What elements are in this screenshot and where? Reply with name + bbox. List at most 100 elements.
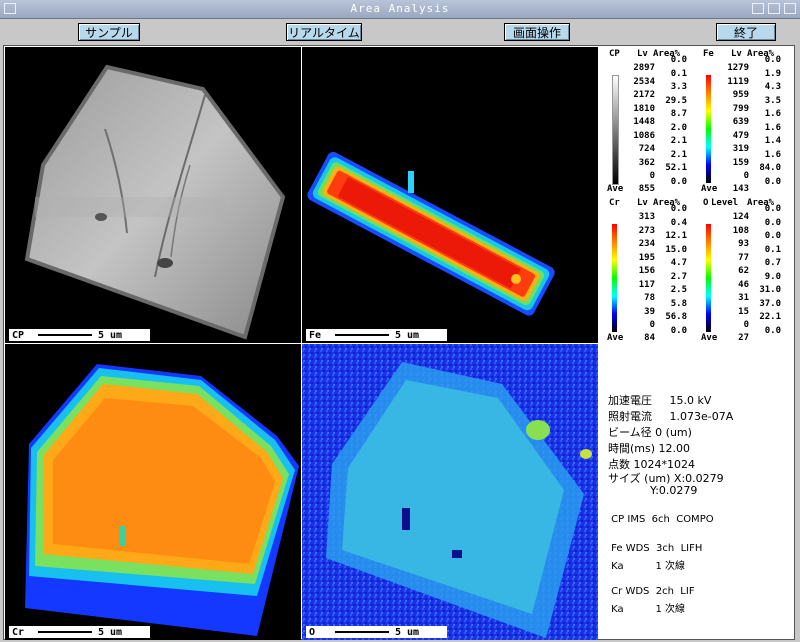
fe-legend-element: Fe (703, 49, 714, 59)
cr-map-image (25, 364, 299, 636)
fe-area-value: 1.9 (764, 68, 781, 79)
fe-legend: Fe Lv Area% 1279 1119 959 799 639 479 319 159 0 … (701, 49, 791, 199)
o-level-value: 108 (732, 225, 749, 236)
cp-area-value: 0.0 (670, 55, 687, 65)
maximize-icon[interactable] (768, 3, 780, 14)
cp-legend-element: CP (609, 49, 620, 59)
cr-level-value: 273 (638, 225, 655, 236)
screen-operation-button[interactable]: 画面操作 (504, 23, 570, 41)
cr-area-value: 12.1 (665, 231, 687, 241)
title-bar: Area Analysis (0, 0, 800, 19)
cr-area-value: 2.5 (670, 285, 687, 295)
detector-fe-line: Ka 1 次線 (608, 561, 686, 572)
info-current: 照射電流 1.073e-07A (608, 410, 734, 423)
o-area-value: 0.0 (764, 325, 781, 336)
o-level-value: 31 (738, 293, 749, 303)
minimize-icon[interactable] (752, 3, 764, 14)
fe-area-value: 3.5 (764, 95, 781, 106)
cr-area-value: 2.7 (670, 271, 687, 282)
fe-color-scale (706, 75, 711, 183)
o-area-value: 31.0 (759, 285, 781, 295)
o-area-value: 0.0 (764, 231, 781, 241)
detector-cr: Cr WDS 2ch LIF (608, 586, 695, 597)
fe-level-value: 479 (732, 130, 749, 141)
cr-area-value: 0.0 (670, 204, 687, 214)
cp-area-value: 52.1 (665, 163, 687, 173)
fe-level-value: 799 (732, 103, 749, 114)
o-level-value: 93 (738, 239, 749, 249)
cp-area-value: 0.0 (670, 176, 687, 187)
o-level-value: 46 (738, 279, 749, 290)
cp-panel-label: CP (12, 329, 25, 341)
o-scale-line (335, 631, 389, 633)
fe-area-value: 1.6 (764, 109, 781, 119)
realtime-button[interactable]: リアルタイム (286, 23, 362, 41)
fe-level-value: 639 (732, 117, 749, 127)
cr-level-value: 39 (644, 306, 655, 317)
cp-level-value: 1448 (633, 117, 655, 127)
o-ave-label: Ave (701, 333, 718, 343)
cr-color-scale (612, 224, 617, 332)
cp-map-panel[interactable]: CP 5 um (5, 47, 301, 343)
cr-level-value: 313 (638, 212, 655, 222)
fe-scale-bar: Fe 5 um (306, 329, 447, 341)
fe-level-value: 1279 (727, 63, 749, 73)
fe-level-value: 959 (732, 90, 749, 100)
cp-legend-lv-header: Lv (637, 49, 648, 59)
cr-panel-label: Cr (12, 626, 25, 638)
o-area-value: 22.1 (759, 312, 781, 322)
cp-level-value: 0 (649, 171, 655, 181)
cp-scale-line (38, 334, 92, 336)
cp-ave-label: Ave (607, 184, 624, 194)
detector-cp: CP IMS 6ch COMPO (608, 514, 714, 525)
toolbar: サンプル リアルタイム 画面操作 終了 (0, 19, 800, 45)
cr-map-panel[interactable]: Cr 5 um (5, 344, 301, 640)
o-area-value: 0.0 (764, 204, 781, 214)
cr-level-value: 195 (638, 252, 655, 263)
o-panel-label: O (309, 626, 316, 638)
o-legend-element: O (703, 198, 709, 208)
window-title: Area Analysis (350, 2, 450, 15)
o-area-value: 0.0 (764, 217, 781, 228)
fe-legend-lv-header: Lv (731, 49, 742, 59)
fe-area-value: 84.0 (759, 163, 781, 173)
sample-button[interactable]: サンプル (78, 23, 140, 41)
cp-ave-value: 855 (638, 184, 655, 194)
fe-area-value: 0.0 (764, 176, 781, 187)
o-legend-lv-header: Level (711, 198, 739, 208)
fe-level-value: 0 (743, 171, 749, 181)
cr-area-value: 4.7 (670, 258, 687, 268)
cr-level-value: 78 (644, 293, 655, 303)
cp-color-scale (612, 75, 619, 185)
o-scale-text: 5 um (395, 626, 420, 638)
cr-level-value: 0 (649, 320, 655, 330)
cp-level-value: 1810 (633, 103, 655, 114)
cr-area-value: 56.8 (665, 312, 687, 322)
cp-scale-text: 5 um (98, 329, 123, 341)
fe-level-value: 319 (732, 144, 749, 154)
fe-map-panel[interactable]: Fe 5 um (302, 47, 598, 343)
o-level-value: 77 (738, 252, 749, 263)
cp-level-value: 724 (638, 144, 655, 154)
o-map-panel[interactable]: O 5 um (302, 344, 598, 640)
cp-level-value: 1086 (633, 130, 655, 141)
fe-map-image (307, 151, 555, 316)
fe-scale-line (335, 334, 389, 336)
cp-area-value: 29.5 (665, 95, 687, 106)
quit-button[interactable]: 終了 (716, 23, 776, 41)
info-voltage: 加速電圧 15.0 kV (608, 394, 712, 407)
fe-area-value: 0.0 (764, 55, 781, 65)
info-size-y: Y:0.0279 (608, 484, 698, 497)
fe-area-value: 1.4 (764, 136, 781, 146)
o-area-value: 0.7 (764, 258, 781, 268)
cp-level-value: 2534 (633, 76, 655, 87)
cp-area-value: 0.1 (670, 68, 687, 79)
cr-level-value: 234 (638, 239, 655, 249)
close-icon[interactable] (784, 3, 796, 14)
o-map-image (302, 344, 598, 640)
fe-ave-label: Ave (701, 184, 718, 194)
cr-level-value: 117 (638, 279, 655, 290)
o-area-value: 9.0 (764, 271, 781, 282)
cr-area-value: 5.8 (670, 298, 687, 309)
fe-scale-text: 5 um (395, 329, 420, 341)
